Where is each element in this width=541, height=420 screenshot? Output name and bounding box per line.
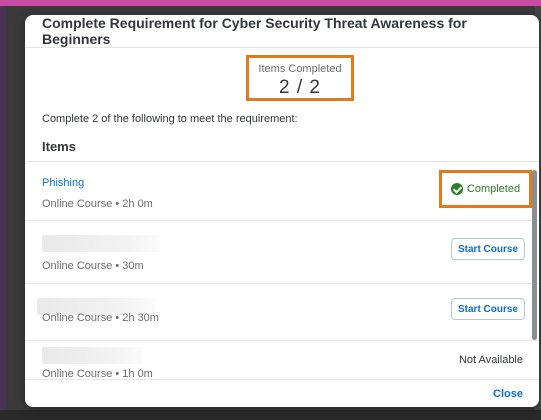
not-available-label: Not Available (458, 354, 523, 366)
list-item: Online Course • 1h 0m Not Available (25, 340, 539, 380)
close-button[interactable]: Close (493, 388, 523, 400)
item-title-link[interactable]: Phishing (42, 177, 84, 189)
background-bottom-strip (0, 410, 541, 420)
item-meta: Online Course • 2h 0m (42, 198, 153, 210)
scrollbar[interactable] (532, 170, 537, 340)
list-item: Phishing Online Course • 2h 0m Completed (25, 161, 539, 220)
items-heading: Items (42, 139, 76, 154)
completed-label: Completed (466, 183, 521, 195)
check-circle-icon (450, 183, 463, 195)
items-completed-summary: Items Completed 2 / 2 (246, 55, 354, 101)
item-meta: Online Course • 2h 30m (42, 312, 159, 324)
item-title-redacted (42, 235, 160, 252)
background-top-strip (0, 0, 541, 6)
requirement-instructions: Complete 2 of the following to meet the … (42, 113, 298, 125)
dialog-header: Complete Requirement for Cyber Security … (25, 15, 539, 48)
requirement-dialog: Complete Requirement for Cyber Security … (25, 15, 539, 407)
items-completed-label: Items Completed (258, 63, 342, 75)
start-course-button[interactable]: Start Course (450, 298, 525, 320)
start-course-button[interactable]: Start Course (450, 238, 525, 260)
list-item: Online Course • 30m Start Course (25, 220, 539, 283)
item-title-redacted (42, 347, 142, 364)
list-item: Online Course • 2h 30m Start Course (25, 283, 539, 340)
item-meta: Online Course • 30m (42, 260, 144, 272)
completed-status: Completed (439, 170, 532, 208)
dialog-title: Complete Requirement for Cyber Security … (42, 15, 467, 47)
background-left-bar (0, 6, 6, 410)
dialog-footer: Close (25, 379, 539, 407)
items-completed-count: 2 / 2 (279, 77, 321, 98)
